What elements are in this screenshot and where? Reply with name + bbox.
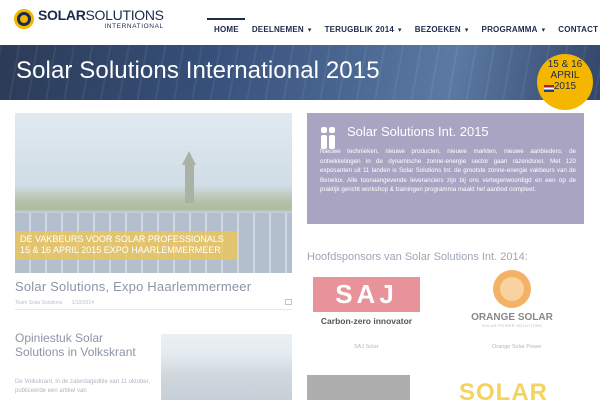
sponsor-caption-saj[interactable]: SAJ Solar <box>354 344 378 350</box>
sponsor-logo-solar-partial[interactable]: SOLAR <box>459 378 579 400</box>
nav-item-bezoeken[interactable]: BEZOEKEN ▾ <box>408 18 475 37</box>
nav-item-home[interactable]: HOME <box>207 18 245 37</box>
comment-icon[interactable] <box>285 299 292 305</box>
chevron-down-icon: ▾ <box>307 26 312 34</box>
event-date-badge: 15 & 16 APRIL 2015 <box>537 54 593 110</box>
info-box: Solar Solutions Int. 2015 Nieuwe technie… <box>307 113 584 224</box>
chevron-down-icon: ▾ <box>541 26 546 34</box>
nav-item-programma[interactable]: PROGRAMMA ▾ <box>475 18 552 37</box>
sponsor-logo-orange-solar[interactable]: ORANGE SOLAR SOLAR POWER SOLUTIONS <box>454 268 570 332</box>
page-title: Solar Solutions International 2015 <box>16 57 380 84</box>
site-header: SOLARSOLUTIONS INTERNATIONAL HOME DEELNE… <box>0 0 600 45</box>
info-text: Nieuwe technieken, nieuwe producten, nie… <box>320 148 576 194</box>
chevron-down-icon: ▾ <box>464 26 469 34</box>
info-title: Solar Solutions Int. 2015 <box>347 124 489 139</box>
opinie-title-link[interactable]: Opiniestuk Solar Solutions in Volkskrant <box>15 331 145 360</box>
nav-item-terugblik[interactable]: TERUGBLIK 2014 ▾ <box>318 18 408 37</box>
church-tower-shape <box>182 151 196 203</box>
logo-subtitle: INTERNATIONAL <box>104 23 164 30</box>
sponsor-caption-orange-solar[interactable]: Orange Solar Power <box>492 344 542 350</box>
sun-logo-icon <box>14 9 34 29</box>
orange-fruit-icon <box>493 270 531 308</box>
logo-wordmark: SOLARSOLUTIONS <box>38 7 164 23</box>
sponsor-logo-partial[interactable] <box>307 375 410 400</box>
opinie-excerpt: De Volkskrant, in de zaterdageditie van … <box>15 379 150 394</box>
feature-caption: DE VAKBEURS VOOR SOLAR PROFESSIONALS 15 … <box>15 231 237 260</box>
nav-item-contact[interactable]: CONTACT▾ <box>551 18 600 37</box>
article-author[interactable]: Team Solar Solutions <box>15 300 62 306</box>
sponsors-heading: Hoofdsponsors van Solar Solutions Int. 2… <box>307 251 528 263</box>
article-date: 1/10/2014 <box>71 300 94 306</box>
article-title-link[interactable]: Solar Solutions, Expo Haarlemmermeer <box>15 279 251 294</box>
sponsor-logo-saj[interactable]: SAJ Carbon-zero innovator <box>313 277 420 332</box>
site-logo[interactable]: SOLARSOLUTIONS INTERNATIONAL <box>14 8 164 36</box>
opinie-image[interactable] <box>161 334 292 400</box>
main-nav: HOME DEELNEMEN ▾ TERUGBLIK 2014 ▾ BEZOEKEN… <box>207 18 600 37</box>
nav-item-deelnemen[interactable]: DEELNEMEN ▾ <box>245 18 318 37</box>
hero-banner: Solar Solutions International 2015 <box>0 45 600 100</box>
article-meta: Team Solar Solutions 1/10/2014 <box>15 299 292 310</box>
chevron-down-icon: ▾ <box>398 26 402 34</box>
dutch-flag-icon <box>544 85 554 92</box>
